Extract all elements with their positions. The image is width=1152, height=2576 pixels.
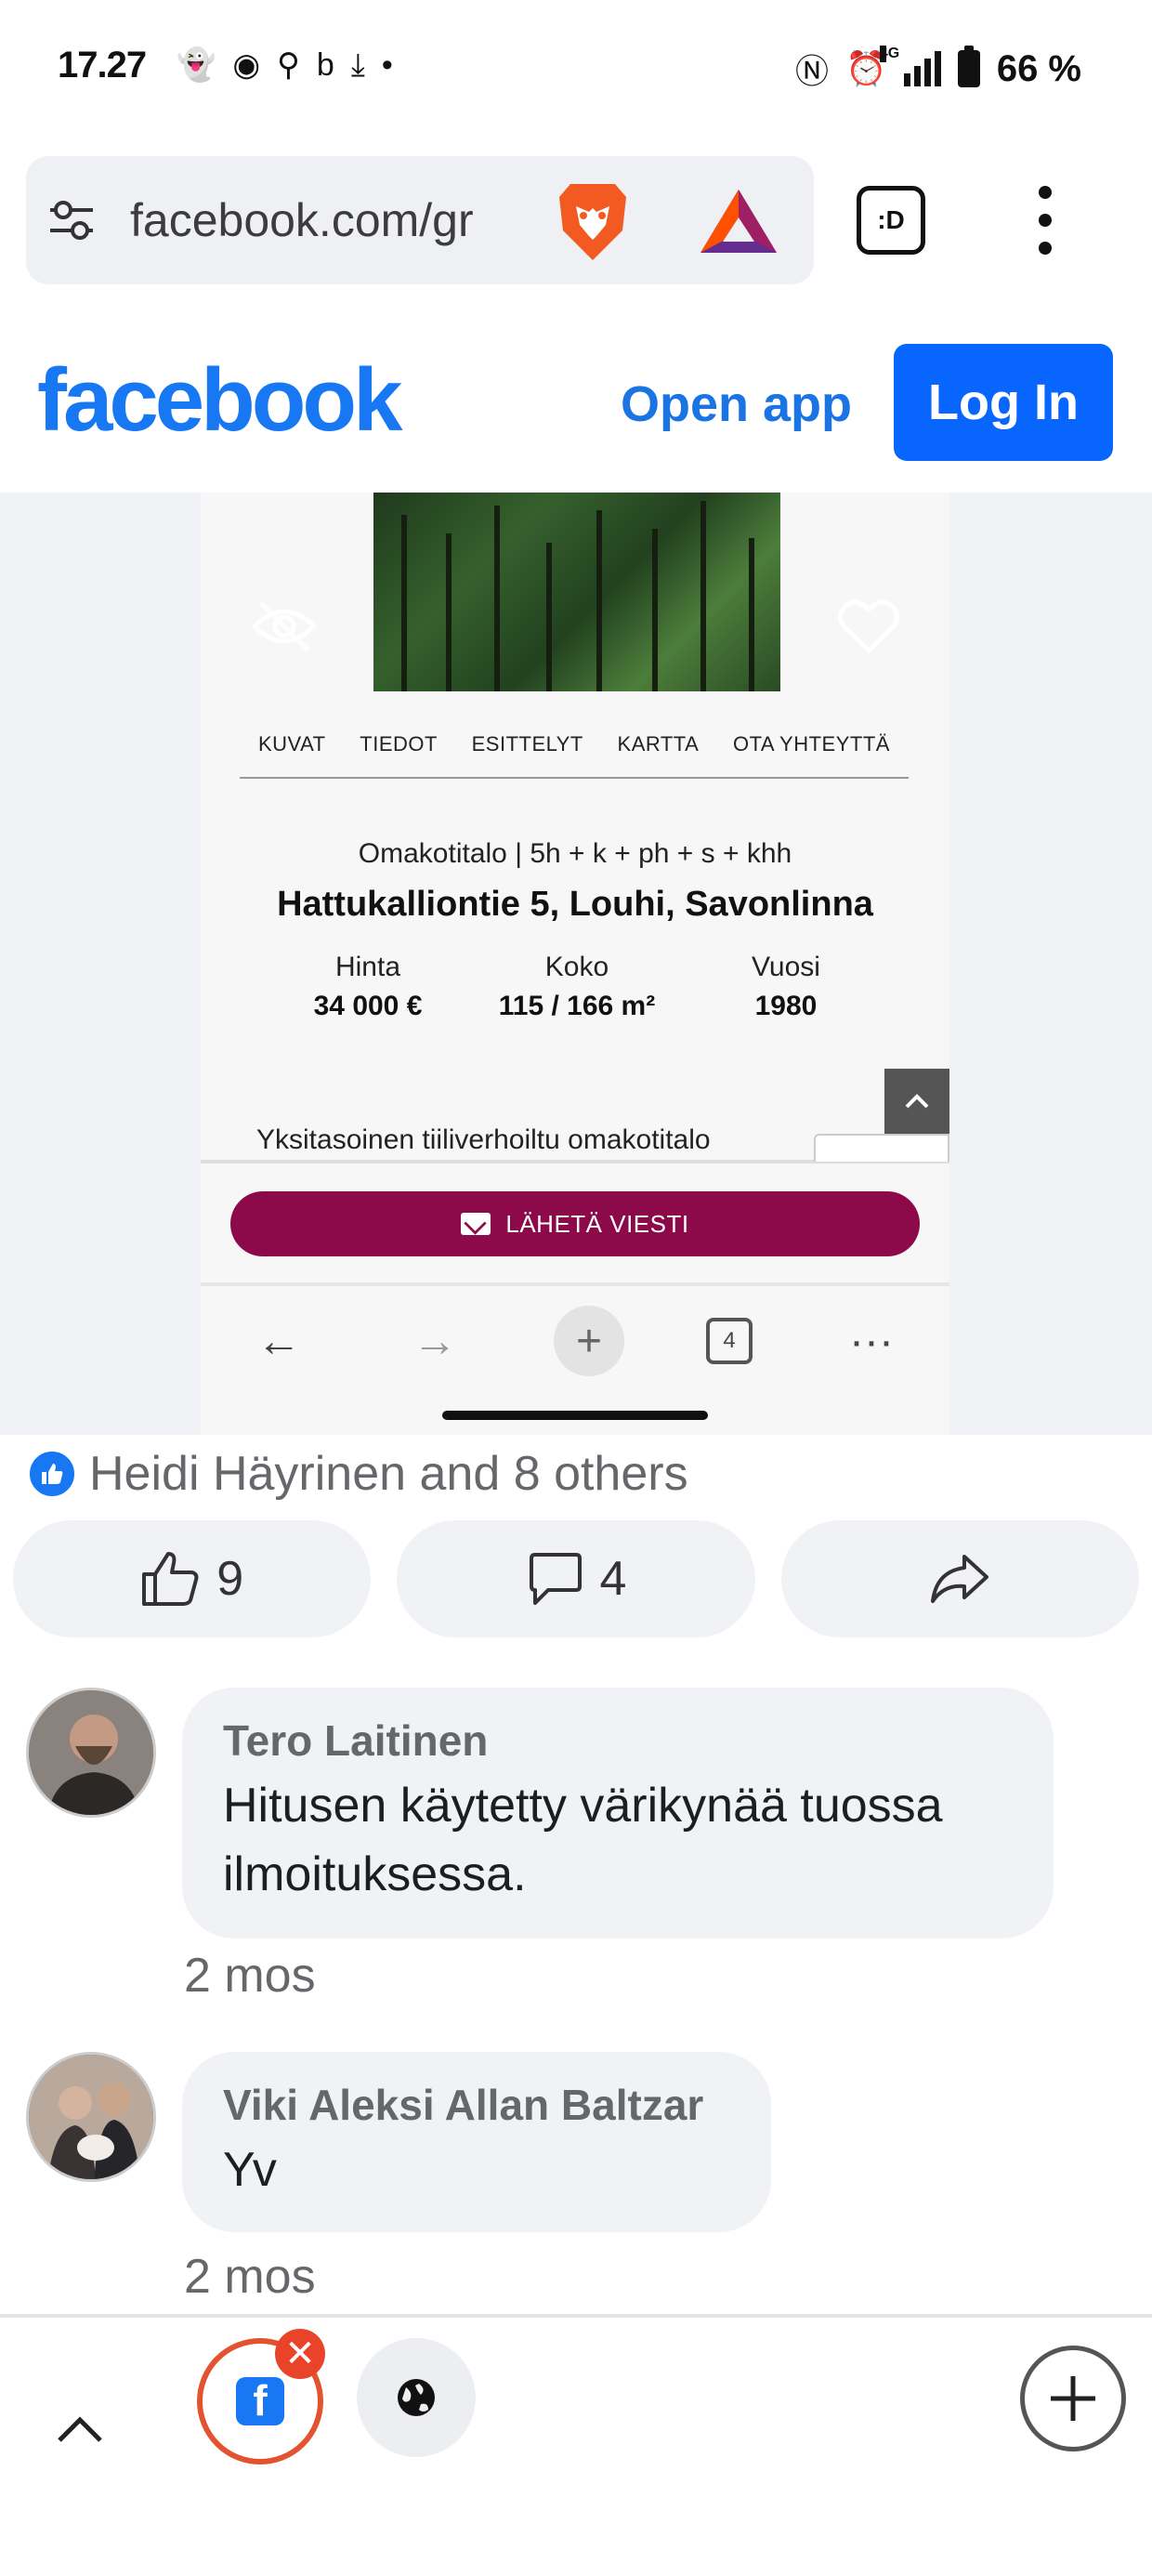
stat-value: 115 / 166 m² [498, 991, 656, 1021]
open-app-link[interactable]: Open app [621, 375, 852, 433]
tab-count: 4 [706, 1318, 753, 1364]
post-actions: 9 4 [13, 1520, 1139, 1637]
send-message-button: LÄHETÄ VIESTI [230, 1191, 920, 1256]
browser-bottom-bar: f ✕ [0, 2314, 1152, 2576]
listing-tabs: KUVAT TIEDOT ESITTELYT KARTTA OTA YHTEYT… [240, 732, 909, 756]
comment-time[interactable]: 2 mos [184, 2249, 316, 2305]
comment-button[interactable]: 4 [397, 1520, 755, 1637]
share-button[interactable] [780, 1520, 1139, 1637]
comment-time[interactable]: 2 mos [184, 1948, 316, 2004]
facebook-header: facebook Open app Log In [0, 325, 1152, 493]
stat-value: 1980 [754, 991, 818, 1021]
notification-icons: 👻 ◉ ⚲ b ⤓ • [177, 46, 393, 84]
like-count: 9 [216, 1552, 244, 1606]
b-app-icon: b [316, 47, 334, 83]
heart-icon [838, 599, 899, 654]
listing-screenshot: KUVAT TIEDOT ESITTELYT KARTTA OTA YHTEYT… [201, 493, 949, 1435]
divider [240, 777, 909, 779]
battery-level: 66 % [996, 47, 1081, 89]
more-dot-icon: • [381, 47, 393, 83]
mail-icon [461, 1213, 491, 1235]
new-tab-button[interactable] [1020, 2346, 1126, 2451]
plus-icon [1051, 2376, 1095, 2421]
tabs-button[interactable]: :D [857, 186, 925, 255]
send-message-label: LÄHETÄ VIESTI [505, 1209, 689, 1238]
more-options-icon[interactable] [1031, 186, 1059, 255]
snapchat-icon: 👻 [177, 47, 216, 83]
site-settings-icon[interactable] [46, 197, 97, 243]
comment-bubble: Tero Laitinen Hitusen käytetty värikynää… [182, 1688, 1054, 1939]
forward-arrow-icon: → [412, 1316, 457, 1366]
facebook-logo[interactable]: facebook [37, 349, 402, 452]
listing-tab: KUVAT [258, 732, 326, 756]
search-notification-icon: ⚲ [277, 47, 300, 83]
stat-size: Koko 115 / 166 m² [484, 952, 670, 1022]
avatar[interactable] [26, 1688, 156, 1818]
comment-bubble-icon [529, 1553, 582, 1605]
comment-count: 4 [599, 1552, 627, 1606]
comment: Tero Laitinen Hitusen käytetty värikynää… [26, 1688, 1132, 2003]
globe-icon [398, 2379, 435, 2416]
listing-tab: KARTTA [617, 732, 700, 756]
reactions-summary[interactable]: Heidi Häyrinen and 8 others [26, 1446, 688, 1502]
listing-address: Hattukalliontie 5, Louhi, Savonlinna [277, 885, 873, 924]
divider [201, 1282, 949, 1286]
stat-value: 34 000 € [313, 991, 423, 1021]
share-arrow-icon [931, 1555, 989, 1603]
inner-browser-nav: ← → + 4 ··· [201, 1290, 949, 1392]
listing-description: Yksitasoinen tiiliverhoiltu omakotitalo [256, 1124, 711, 1155]
network-type: 4G [879, 46, 900, 62]
status-bar: 17.27 👻 ◉ ⚲ b ⤓ • Ⓝ ⏰ 4G 66 % [0, 0, 1152, 139]
stat-price: Hinta 34 000 € [275, 952, 461, 1022]
comment-author[interactable]: Tero Laitinen [223, 1715, 1013, 1766]
comment-text: Hitusen käytetty värikynää tuossa ilmoit… [223, 1779, 943, 1901]
battery-icon [957, 46, 980, 87]
ellipsis-icon: ··· [849, 1316, 894, 1366]
listing-tab: TIEDOT [360, 732, 438, 756]
like-reaction-icon [26, 1448, 78, 1500]
comment-text: Yv [223, 2143, 277, 2197]
facebook-app-icon: f [236, 2377, 284, 2425]
plus-icon: + [554, 1306, 624, 1376]
login-button[interactable]: Log In [894, 344, 1113, 461]
brave-rewards-icon[interactable] [697, 186, 780, 256]
listing-tab: ESITTELYT [471, 732, 583, 756]
back-arrow-icon: ← [256, 1316, 301, 1366]
url-text[interactable]: facebook.com/gr [130, 193, 548, 247]
app-icon: ◉ [232, 47, 261, 83]
address-bar[interactable]: facebook.com/gr [26, 156, 814, 284]
comment-bubble: Viki Aleksi Allan Baltzar Yv [182, 2052, 771, 2232]
stat-label: Koko [544, 952, 609, 982]
listing-tab: OTA YHTEYTTÄ [732, 732, 890, 756]
house-photo [373, 493, 780, 691]
system-icons: Ⓝ ⏰ 4G 66 % [795, 45, 1081, 93]
comment-author[interactable]: Viki Aleksi Allan Baltzar [223, 2080, 730, 2130]
stat-year: Vuosi 1980 [693, 952, 879, 1022]
chevron-up-icon[interactable] [52, 2401, 108, 2457]
recaptcha-badge [814, 1134, 949, 1162]
globe-tab[interactable] [357, 2338, 476, 2457]
hide-eye-icon [251, 600, 318, 652]
home-indicator [442, 1411, 708, 1420]
scroll-to-top-icon [884, 1069, 949, 1134]
like-button[interactable]: 9 [13, 1520, 372, 1637]
close-tab-icon[interactable]: ✕ [275, 2329, 325, 2379]
brave-shields-icon[interactable] [552, 178, 634, 264]
status-time: 17.27 [58, 45, 147, 85]
post-image[interactable]: KUVAT TIEDOT ESITTELYT KARTTA OTA YHTEYT… [0, 493, 1152, 1435]
signal-icon: 4G [879, 46, 941, 86]
stat-label: Vuosi [752, 952, 820, 982]
listing-type: Omakotitalo | 5h + k + ph + s + khh [358, 838, 792, 869]
avatar[interactable] [26, 2052, 156, 2182]
nfc-icon: Ⓝ [794, 52, 829, 90]
listing-stats: Hinta 34 000 € Koko 115 / 166 m² Vuosi 1… [275, 952, 879, 1022]
stat-label: Hinta [334, 952, 401, 982]
download-done-icon: ⤓ [350, 47, 365, 83]
comment: Viki Aleksi Allan Baltzar Yv 2 mos [26, 2052, 1132, 2305]
thumbs-up-icon [142, 1552, 199, 1606]
reactions-text: Heidi Häyrinen and 8 others [89, 1447, 688, 1501]
